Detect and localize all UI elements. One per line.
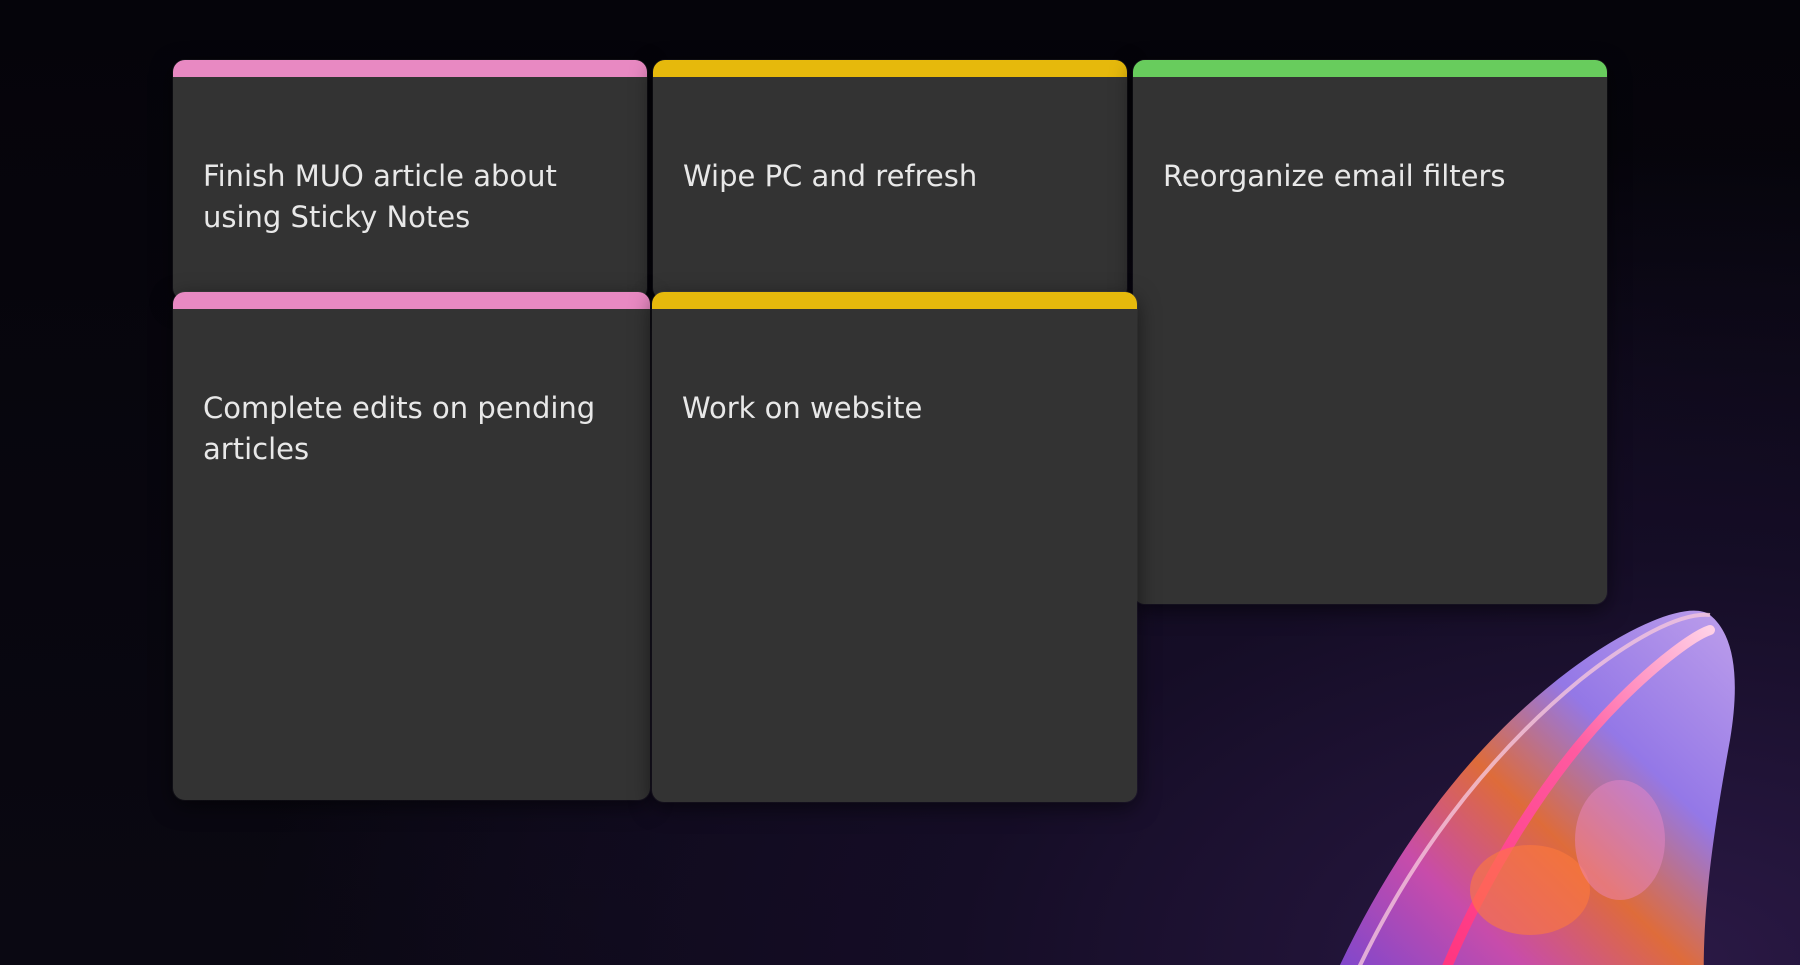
sticky-note[interactable]: Reorganize email filters: [1133, 60, 1607, 604]
sticky-note[interactable]: Complete edits on pending articles: [173, 292, 650, 800]
note-color-bar[interactable]: [173, 292, 650, 309]
note-text[interactable]: Finish MUO article about using Sticky No…: [203, 156, 617, 238]
note-color-bar[interactable]: [1133, 60, 1607, 77]
note-color-bar[interactable]: [652, 292, 1137, 309]
note-color-bar[interactable]: [653, 60, 1127, 77]
note-text[interactable]: Wipe PC and refresh: [683, 156, 1097, 197]
sticky-note[interactable]: Wipe PC and refresh: [653, 60, 1127, 300]
note-text[interactable]: Reorganize email filters: [1163, 156, 1577, 197]
note-text[interactable]: Complete edits on pending articles: [203, 388, 620, 470]
note-color-bar[interactable]: [173, 60, 647, 77]
note-text[interactable]: Work on website: [682, 388, 1107, 429]
sticky-note[interactable]: Finish MUO article about using Sticky No…: [173, 60, 647, 300]
sticky-note[interactable]: Work on website: [652, 292, 1137, 802]
wallpaper-bloom-graphic: [1340, 610, 1735, 965]
